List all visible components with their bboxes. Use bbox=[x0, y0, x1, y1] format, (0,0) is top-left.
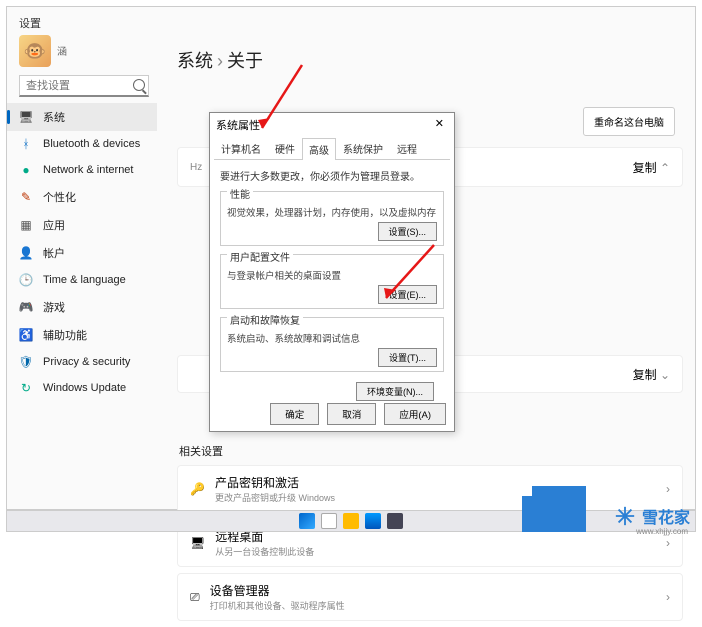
related-icon: 🖥 bbox=[190, 536, 205, 550]
env-vars-button[interactable]: 环境变量(N)... bbox=[356, 382, 434, 401]
chevron-right-icon: › bbox=[666, 482, 670, 496]
nav-icon: 🎮 bbox=[19, 300, 33, 314]
group-title: 用户配置文件 bbox=[227, 249, 293, 264]
sidebar-item-3[interactable]: ✎ 个性化 bbox=[7, 183, 157, 211]
breadcrumb-root[interactable]: 系统 bbox=[177, 51, 213, 71]
copy-label: 复制 bbox=[633, 161, 657, 175]
chevron-up-icon: ⌃ bbox=[660, 161, 670, 175]
sidebar-item-7[interactable]: 🎮 游戏 bbox=[7, 293, 157, 321]
start-icon[interactable] bbox=[299, 513, 315, 529]
related-icon: 🔑 bbox=[190, 482, 205, 496]
watermark: 雪花家 bbox=[614, 504, 690, 528]
avatar[interactable] bbox=[19, 35, 51, 67]
group-settings-button[interactable]: 设置(S)... bbox=[378, 222, 438, 241]
hz-label: Hz bbox=[190, 162, 202, 173]
tab-2[interactable]: 高级 bbox=[302, 138, 336, 160]
nav-icon: ● bbox=[19, 163, 33, 177]
nav-icon: ▦ bbox=[19, 218, 33, 232]
group-settings-button[interactable]: 设置(E)... bbox=[378, 285, 438, 304]
sidebar-item-6[interactable]: 🕒 Time & language bbox=[7, 267, 157, 293]
breadcrumb-current: 关于 bbox=[227, 51, 263, 71]
nav-icon: 🕒 bbox=[19, 273, 33, 287]
tab-1[interactable]: 硬件 bbox=[268, 137, 302, 159]
group-0: 性能视觉效果，处理器计划，内存使用，以及虚拟内存设置(S)... bbox=[220, 191, 444, 246]
window-title: 设置 bbox=[19, 15, 41, 31]
username: 涵 bbox=[57, 43, 67, 58]
nav-icon: ✎ bbox=[19, 190, 33, 204]
sidebar-item-8[interactable]: ♿ 辅助功能 bbox=[7, 321, 157, 349]
copy-label-2: 复制 bbox=[633, 368, 657, 382]
sidebar-item-label: Bluetooth & devices bbox=[43, 138, 140, 150]
sidebar-item-9[interactable]: 🛡 Privacy & security bbox=[7, 349, 157, 375]
apply-button[interactable]: 应用(A) bbox=[384, 403, 446, 425]
edge-icon[interactable] bbox=[365, 513, 381, 529]
close-icon[interactable]: ✕ bbox=[431, 117, 448, 133]
search-icon bbox=[133, 79, 145, 91]
sidebar-item-label: Time & language bbox=[43, 274, 126, 286]
tab-3[interactable]: 系统保护 bbox=[336, 137, 390, 159]
group-title: 启动和故障恢复 bbox=[227, 312, 303, 327]
related-card-0[interactable]: 🔑 产品密钥和激活更改产品密钥或升级 Windows › bbox=[177, 465, 683, 513]
dialog-tabs: 计算机名硬件高级系统保护远程 bbox=[214, 137, 450, 160]
group-2: 启动和故障恢复系统启动、系统故障和调试信息设置(T)... bbox=[220, 317, 444, 372]
dialog-title: 系统属性 bbox=[216, 117, 260, 133]
sidebar-item-label: Windows Update bbox=[43, 382, 126, 394]
sidebar-item-label: Privacy & security bbox=[43, 356, 130, 368]
sidebar-item-4[interactable]: ▦ 应用 bbox=[7, 211, 157, 239]
search-taskbar-icon[interactable] bbox=[321, 513, 337, 529]
group-1: 用户配置文件与登录帐户相关的桌面设置设置(E)... bbox=[220, 254, 444, 309]
sidebar: 🖥 系统 ᚼ Bluetooth & devices ● Network & intern… bbox=[7, 103, 157, 509]
ok-button[interactable]: 确定 bbox=[270, 403, 319, 425]
sidebar-item-label: 帐户 bbox=[43, 245, 65, 261]
tab-4[interactable]: 远程 bbox=[390, 137, 424, 159]
sidebar-item-label: Network & internet bbox=[43, 164, 133, 176]
chevron-down-icon: ⌄ bbox=[660, 368, 670, 382]
sidebar-item-5[interactable]: 👤 帐户 bbox=[7, 239, 157, 267]
related-sub: 更改产品密钥或升级 Windows bbox=[215, 491, 335, 504]
sidebar-item-0[interactable]: 🖥 系统 bbox=[7, 103, 157, 131]
decorative-square bbox=[522, 486, 592, 532]
taskbar[interactable] bbox=[6, 510, 696, 532]
system-properties-dialog: 系统属性 ✕ 计算机名硬件高级系统保护远程 要进行大多数更改，你必须作为管理员登… bbox=[209, 112, 455, 432]
group-body: 视觉效果，处理器计划，内存使用，以及虚拟内存 bbox=[227, 205, 437, 219]
related-icon: ⎚ bbox=[190, 590, 200, 605]
nav-icon: ᚼ bbox=[19, 137, 33, 151]
chevron-right-icon: › bbox=[666, 590, 670, 604]
related-title: 相关设置 bbox=[179, 443, 683, 459]
rename-button[interactable]: 重命名这台电脑 bbox=[583, 107, 675, 136]
sidebar-item-label: 系统 bbox=[43, 109, 65, 125]
sidebar-item-2[interactable]: ● Network & internet bbox=[7, 157, 157, 183]
cancel-button[interactable]: 取消 bbox=[327, 403, 376, 425]
related-title: 产品密钥和激活 bbox=[215, 474, 335, 491]
dialog-note: 要进行大多数更改，你必须作为管理员登录。 bbox=[220, 168, 444, 183]
tab-0[interactable]: 计算机名 bbox=[214, 137, 268, 159]
related-title: 设备管理器 bbox=[210, 582, 345, 599]
snowflake-icon bbox=[614, 505, 636, 527]
nav-icon: 👤 bbox=[19, 246, 33, 260]
breadcrumb: 系统›关于 bbox=[177, 47, 683, 73]
sidebar-item-label: 辅助功能 bbox=[43, 327, 87, 343]
sidebar-item-label: 个性化 bbox=[43, 189, 76, 205]
related-sub: 打印机和其他设备、驱动程序属性 bbox=[210, 599, 345, 612]
group-body: 与登录帐户相关的桌面设置 bbox=[227, 268, 437, 282]
nav-icon: 🖥 bbox=[19, 110, 33, 124]
sidebar-item-label: 游戏 bbox=[43, 299, 65, 315]
watermark-url: www.xhjjy.com bbox=[636, 527, 688, 536]
search-input[interactable] bbox=[19, 75, 149, 97]
sidebar-item-10[interactable]: ↻ Windows Update bbox=[7, 375, 157, 401]
group-settings-button[interactable]: 设置(T)... bbox=[378, 348, 437, 367]
nav-icon: ♿ bbox=[19, 328, 33, 342]
chevron-right-icon: › bbox=[666, 536, 670, 550]
app-icon[interactable] bbox=[387, 513, 403, 529]
related-sub: 从另一台设备控制此设备 bbox=[215, 545, 314, 558]
group-body: 系统启动、系统故障和调试信息 bbox=[227, 331, 437, 345]
explorer-icon[interactable] bbox=[343, 513, 359, 529]
sidebar-item-1[interactable]: ᚼ Bluetooth & devices bbox=[7, 131, 157, 157]
nav-icon: 🛡 bbox=[19, 355, 33, 369]
nav-icon: ↻ bbox=[19, 381, 33, 395]
sidebar-item-label: 应用 bbox=[43, 217, 65, 233]
related-card-2[interactable]: ⎚ 设备管理器打印机和其他设备、驱动程序属性 › bbox=[177, 573, 683, 621]
group-title: 性能 bbox=[227, 186, 253, 201]
